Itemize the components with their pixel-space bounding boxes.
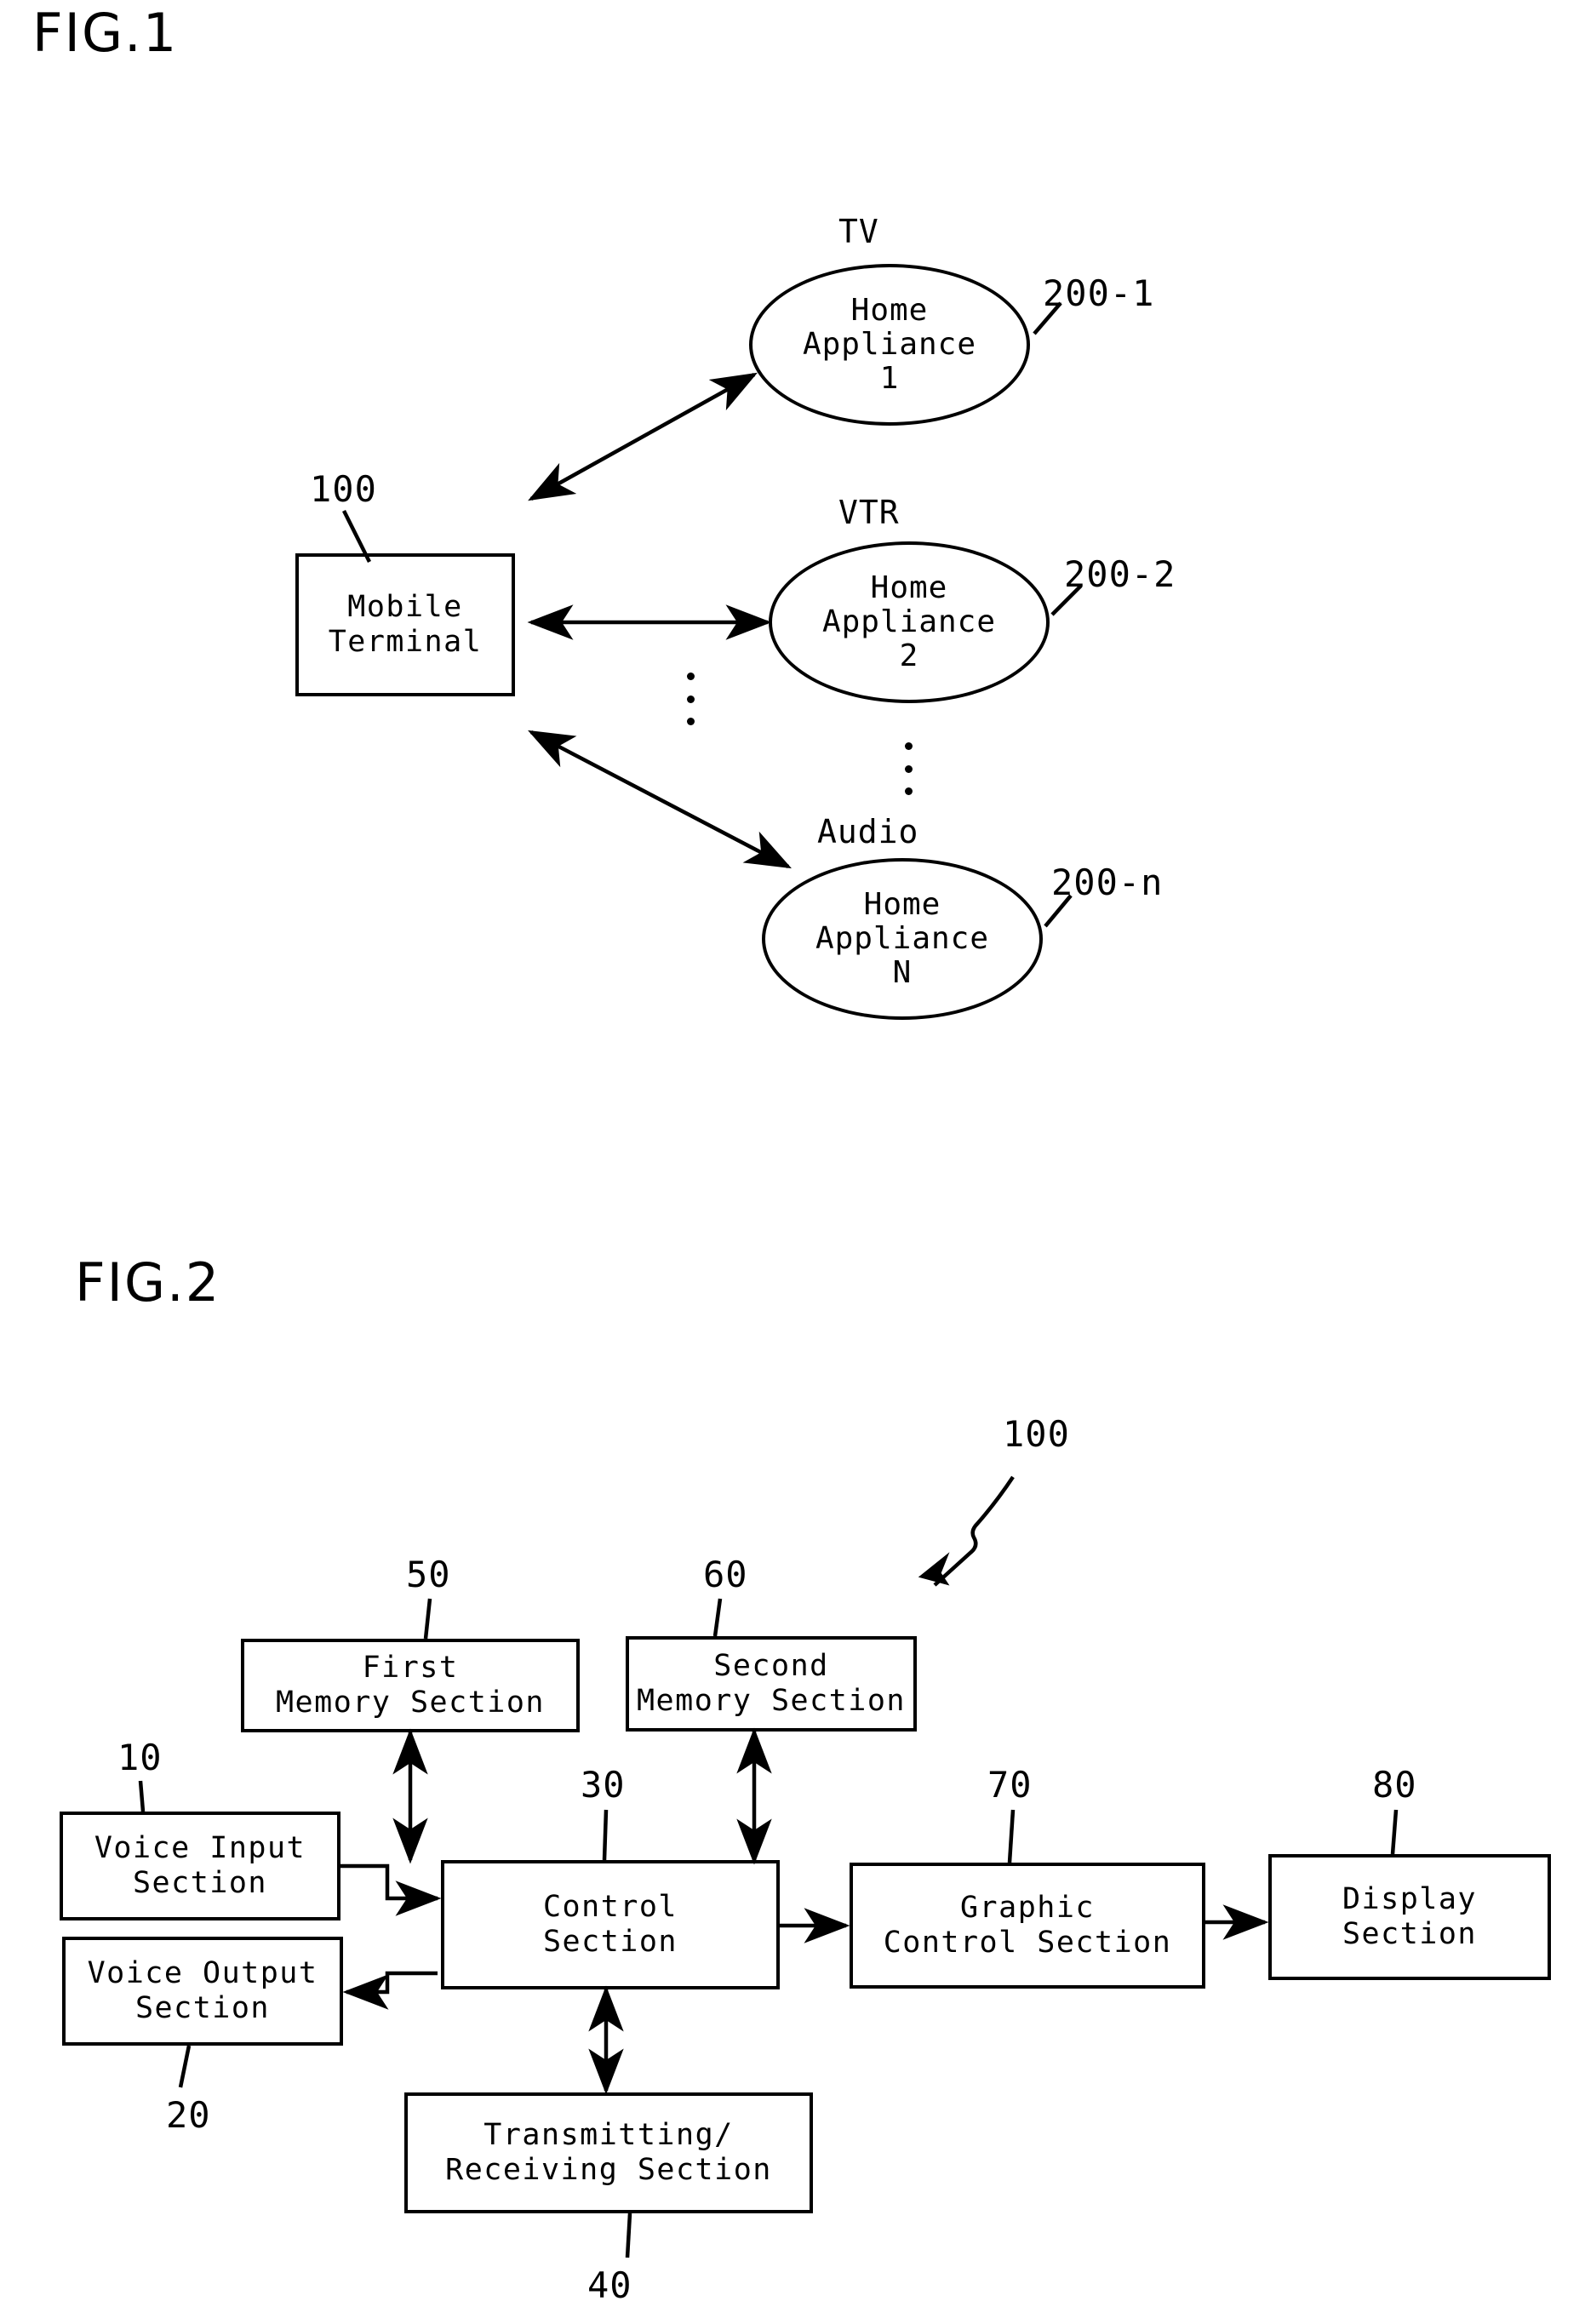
link-voice-input-control [340,1863,442,1916]
reference-numeral-20: 20 [166,2094,211,2136]
leader-30 [602,1809,609,1861]
vertical-ellipsis-left [686,673,695,725]
reference-numeral-30: 30 [581,1764,626,1806]
leader-20 [178,2045,192,2088]
graphic-control-line1: Graphic [959,1890,1095,1925]
reference-numeral-70: 70 [987,1764,1033,1806]
home-appliance-1-line2: Appliance [802,326,977,362]
voice-output-line1: Voice Output [87,1955,318,1990]
display-section-line2: Section [1342,1917,1477,1951]
voice-output-section-node: Voice Output Section [62,1937,343,2046]
reference-numeral-40: 40 [587,2264,632,2306]
home-appliance-2-line2: Appliance [821,604,997,639]
home-appliance-1-node: Home Appliance 1 [749,264,1030,426]
voice-input-line2: Section [132,1866,267,1900]
transmitting-receiving-section-node: Transmitting/ Receiving Section [404,2092,813,2213]
display-section-line1: Display [1342,1881,1477,1916]
transceiver-line2: Receiving Section [445,2153,772,2187]
second-memory-line1: Second [713,1648,829,1683]
vertical-ellipsis-right [904,742,913,795]
first-memory-line2: Memory Section [275,1686,545,1720]
control-section-line2: Section [542,1925,678,1959]
home-appliance-n-line1: Home [863,886,941,922]
display-section-node: Display Section [1268,1854,1551,1980]
reference-numeral-80: 80 [1372,1764,1417,1806]
mobile-terminal-line1: Mobile [347,589,463,624]
leader-70 [1007,1809,1016,1863]
transceiver-line1: Transmitting/ [484,2117,734,2152]
reference-numeral-50: 50 [406,1554,451,1595]
leader-40 [625,2212,632,2258]
leader-80 [1390,1809,1399,1855]
leader-10 [138,1780,146,1812]
reference-numeral-10: 10 [117,1737,163,1778]
home-appliance-2-line1: Home [870,570,948,605]
home-appliance-n-line2: Appliance [815,920,990,956]
first-memory-line1: First [362,1650,459,1685]
mobile-terminal-line2: Terminal [328,625,483,659]
mobile-terminal-node: Mobile Terminal [295,553,515,696]
leader-100-fig2-arrowhead [918,1552,950,1586]
voice-input-line1: Voice Input [94,1830,306,1865]
reference-numeral-200-2: 200-2 [1064,553,1176,595]
figure-1-title: FIG.1 [32,2,179,64]
control-section-line1: Control [542,1889,678,1924]
home-appliance-n-line3: N [892,955,913,991]
reference-numeral-60: 60 [703,1554,748,1595]
appliance-caption-audio: Audio [817,813,919,850]
link-terminal-appliancen [528,730,792,869]
appliance-caption-tv: TV [838,213,879,250]
reference-numeral-200-1: 200-1 [1043,272,1155,314]
reference-numeral-200-n: 200-n [1051,861,1164,903]
link-terminal-appliance1 [528,372,758,501]
reference-numeral-100-fig1: 100 [310,468,377,510]
reference-numeral-100-fig2: 100 [1003,1413,1070,1455]
figure-2-title: FIG.2 [75,1251,221,1314]
leader-60 [712,1598,723,1637]
home-appliance-n-node: Home Appliance N [762,858,1043,1020]
home-appliance-2-line3: 2 [899,638,919,674]
voice-output-line2: Section [134,1991,270,2025]
leader-100-fig2 [933,1475,1015,1587]
home-appliance-1-line3: 1 [879,361,900,397]
control-section-node: Control Section [441,1860,780,1989]
leader-50 [423,1598,432,1640]
first-memory-section-node: First Memory Section [241,1639,580,1732]
appliance-caption-vtr: VTR [838,494,900,531]
graphic-control-section-node: Graphic Control Section [850,1863,1205,1989]
home-appliance-1-line1: Home [850,292,929,328]
second-memory-section-node: Second Memory Section [626,1636,917,1732]
link-control-voice-output [342,1971,438,2010]
graphic-control-line2: Control Section [883,1926,1172,1960]
voice-input-section-node: Voice Input Section [60,1812,340,1920]
second-memory-line2: Memory Section [636,1684,906,1718]
home-appliance-2-node: Home Appliance 2 [769,541,1050,703]
